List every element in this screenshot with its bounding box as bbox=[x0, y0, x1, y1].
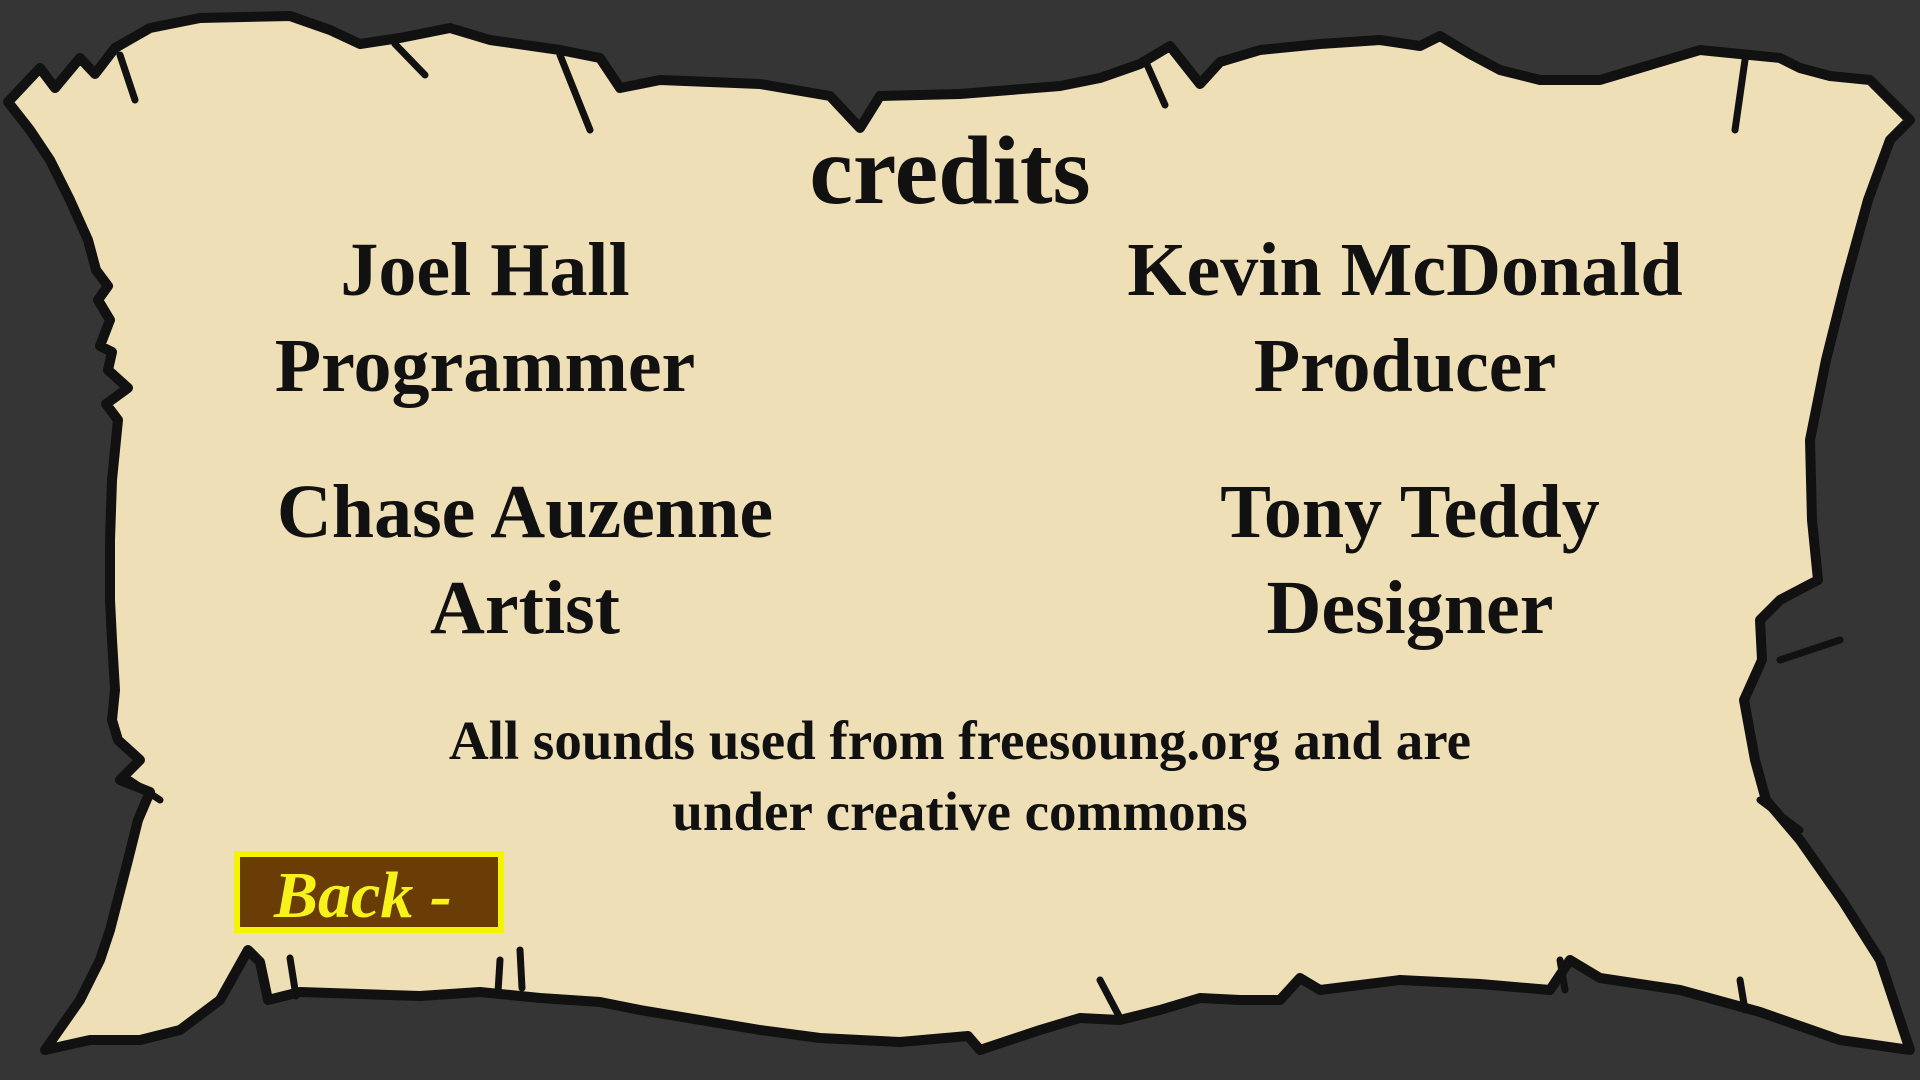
credit-role-artist: Artist bbox=[430, 566, 620, 650]
credit-name-joel-hall: Joel Hall bbox=[340, 228, 630, 312]
credit-role-producer: Producer bbox=[1253, 324, 1557, 408]
credit-name-kevin-mcdonald: Kevin McDonald bbox=[1127, 228, 1683, 312]
sound-credit-line-2: under creative commons bbox=[672, 781, 1248, 842]
back-button-label: Back - bbox=[274, 859, 452, 932]
credits-screen: credits Joel Hall Programmer Kevin McDon… bbox=[0, 0, 1920, 1080]
back-button[interactable]: Back - bbox=[234, 851, 504, 933]
credit-role-designer: Designer bbox=[1266, 566, 1554, 650]
sound-credit-line-1: All sounds used from freesoung.org and a… bbox=[448, 710, 1472, 771]
credit-role-programmer: Programmer bbox=[274, 324, 696, 408]
credit-name-chase-auzenne: Chase Auzenne bbox=[276, 470, 774, 554]
page-title: credits bbox=[809, 117, 1091, 225]
credit-name-tony-teddy: Tony Teddy bbox=[1220, 470, 1600, 554]
